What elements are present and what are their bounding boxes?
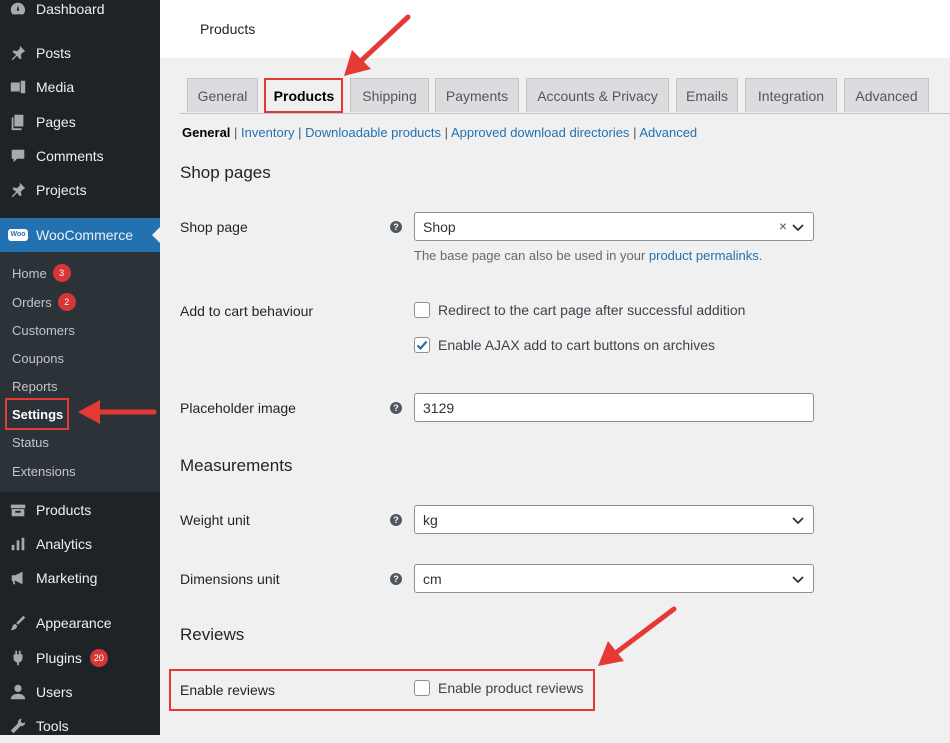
wrench-icon	[8, 716, 28, 736]
menu-dashboard-label: Dashboard	[36, 1, 105, 17]
shop-page-select[interactable]: Shop ×	[414, 212, 814, 241]
plugins-update-badge: 20	[89, 649, 108, 667]
clear-icon[interactable]: ×	[779, 218, 787, 234]
tab-general[interactable]: General	[187, 78, 258, 112]
redirect-to-cart-checkbox[interactable]	[414, 302, 430, 318]
submenu-customers[interactable]: Customers	[12, 323, 75, 338]
section-subnav: General | Inventory | Downloadable produ…	[182, 125, 698, 140]
dimensions-unit-select[interactable]: cm	[414, 564, 814, 593]
menu-tools[interactable]: Tools	[0, 709, 160, 743]
submenu-extensions[interactable]: Extensions	[12, 464, 76, 479]
tab-products[interactable]: Products	[265, 78, 343, 112]
help-icon[interactable]: ?	[390, 221, 402, 233]
subnav-advanced[interactable]: Advanced	[639, 125, 697, 140]
menu-comments-label: Comments	[36, 148, 104, 164]
orders-count-badge: 2	[57, 293, 76, 311]
menu-media-label: Media	[36, 79, 75, 95]
pin-icon	[8, 43, 28, 63]
shop-page-value: Shop	[423, 219, 456, 235]
subnav-general[interactable]: General	[182, 125, 230, 140]
subnav-approved-download-directories[interactable]: Approved download directories	[451, 125, 630, 140]
reviews-heading: Reviews	[180, 625, 245, 644]
dimensions-unit-label: Dimensions unit	[180, 571, 280, 587]
menu-analytics[interactable]: Analytics	[0, 527, 160, 561]
subnav-downloadable-products[interactable]: Downloadable products	[305, 125, 441, 140]
submenu-reports[interactable]: Reports	[12, 379, 58, 394]
tabs-divider	[180, 113, 950, 114]
menu-projects-label: Projects	[36, 182, 87, 198]
menu-posts[interactable]: Posts	[0, 36, 160, 70]
woocommerce-submenu: Home 3 Orders 2 Customers Coupons Report…	[0, 252, 160, 492]
chevron-down-icon	[792, 224, 804, 232]
tab-accounts-privacy[interactable]: Accounts & Privacy	[526, 78, 669, 112]
users-icon	[8, 682, 28, 702]
menu-marketing[interactable]: Marketing	[0, 561, 160, 595]
measurements-heading: Measurements	[180, 456, 293, 475]
submenu-status[interactable]: Status	[12, 435, 49, 450]
tab-integration[interactable]: Integration	[745, 78, 837, 112]
pin-icon	[8, 180, 28, 200]
tab-payments[interactable]: Payments	[435, 78, 519, 112]
menu-plugins[interactable]: Plugins 20	[0, 641, 160, 675]
menu-woocommerce-label: WooCommerce	[36, 227, 133, 243]
comments-icon	[8, 146, 28, 166]
placeholder-image-input[interactable]: 3129	[414, 393, 814, 422]
pages-icon	[8, 112, 28, 132]
menu-appearance[interactable]: Appearance	[0, 606, 160, 640]
megaphone-icon	[8, 568, 28, 588]
chevron-down-icon	[792, 517, 804, 525]
shop-pages-heading: Shop pages	[180, 163, 271, 182]
current-menu-caret	[152, 227, 160, 243]
chevron-down-icon	[792, 576, 804, 584]
admin-sidebar: Dashboard Posts Media Pages Comments Pro…	[0, 0, 160, 735]
dashboard-icon	[8, 0, 28, 19]
products-icon	[8, 500, 28, 520]
menu-media[interactable]: Media	[0, 70, 160, 104]
checkmark-icon	[416, 340, 428, 351]
page-title: Products	[200, 21, 256, 37]
shop-page-label: Shop page	[180, 219, 248, 235]
help-icon[interactable]: ?	[390, 573, 402, 585]
product-permalinks-link[interactable]: product permalinks	[649, 248, 759, 263]
media-icon	[8, 77, 28, 97]
help-icon[interactable]: ?	[390, 402, 402, 414]
menu-comments[interactable]: Comments	[0, 139, 160, 173]
tab-emails[interactable]: Emails	[676, 78, 738, 112]
redirect-to-cart-option[interactable]: Redirect to the cart page after successf…	[414, 302, 745, 318]
tab-shipping[interactable]: Shipping	[350, 78, 429, 112]
menu-users[interactable]: Users	[0, 675, 160, 709]
submenu-orders[interactable]: Orders 2	[12, 293, 76, 311]
ajax-add-to-cart-checkbox[interactable]	[414, 337, 430, 353]
menu-pages-label: Pages	[36, 114, 76, 130]
brush-icon	[8, 613, 28, 633]
enable-product-reviews-checkbox[interactable]	[414, 680, 430, 696]
ajax-add-to-cart-option[interactable]: Enable AJAX add to cart buttons on archi…	[414, 337, 715, 353]
menu-projects[interactable]: Projects	[0, 173, 160, 207]
home-count-badge: 3	[52, 264, 71, 282]
shop-page-description: The base page can also be used in your p…	[414, 248, 763, 263]
menu-dashboard[interactable]: Dashboard	[0, 0, 160, 26]
analytics-icon	[8, 534, 28, 554]
enable-reviews-label: Enable reviews	[180, 682, 275, 698]
menu-woocommerce[interactable]: Woo WooCommerce	[0, 218, 160, 252]
weight-unit-select[interactable]: kg	[414, 505, 814, 534]
placeholder-image-label: Placeholder image	[180, 400, 296, 416]
woo-icon: Woo	[8, 225, 28, 245]
submenu-home[interactable]: Home 3	[12, 264, 71, 282]
menu-products[interactable]: Products	[0, 493, 160, 527]
plug-icon	[8, 648, 28, 668]
weight-unit-label: Weight unit	[180, 512, 250, 528]
submenu-settings[interactable]: Settings	[12, 407, 63, 422]
page-header: Products	[160, 0, 950, 58]
menu-pages[interactable]: Pages	[0, 105, 160, 139]
help-icon[interactable]: ?	[390, 514, 402, 526]
enable-product-reviews-option[interactable]: Enable product reviews	[414, 680, 584, 696]
arrow-to-enable-reviews	[598, 606, 677, 666]
subnav-inventory[interactable]: Inventory	[241, 125, 294, 140]
menu-posts-label: Posts	[36, 45, 72, 61]
tab-advanced[interactable]: Advanced	[844, 78, 929, 112]
submenu-coupons[interactable]: Coupons	[12, 351, 64, 366]
add-to-cart-label: Add to cart behaviour	[180, 303, 314, 319]
